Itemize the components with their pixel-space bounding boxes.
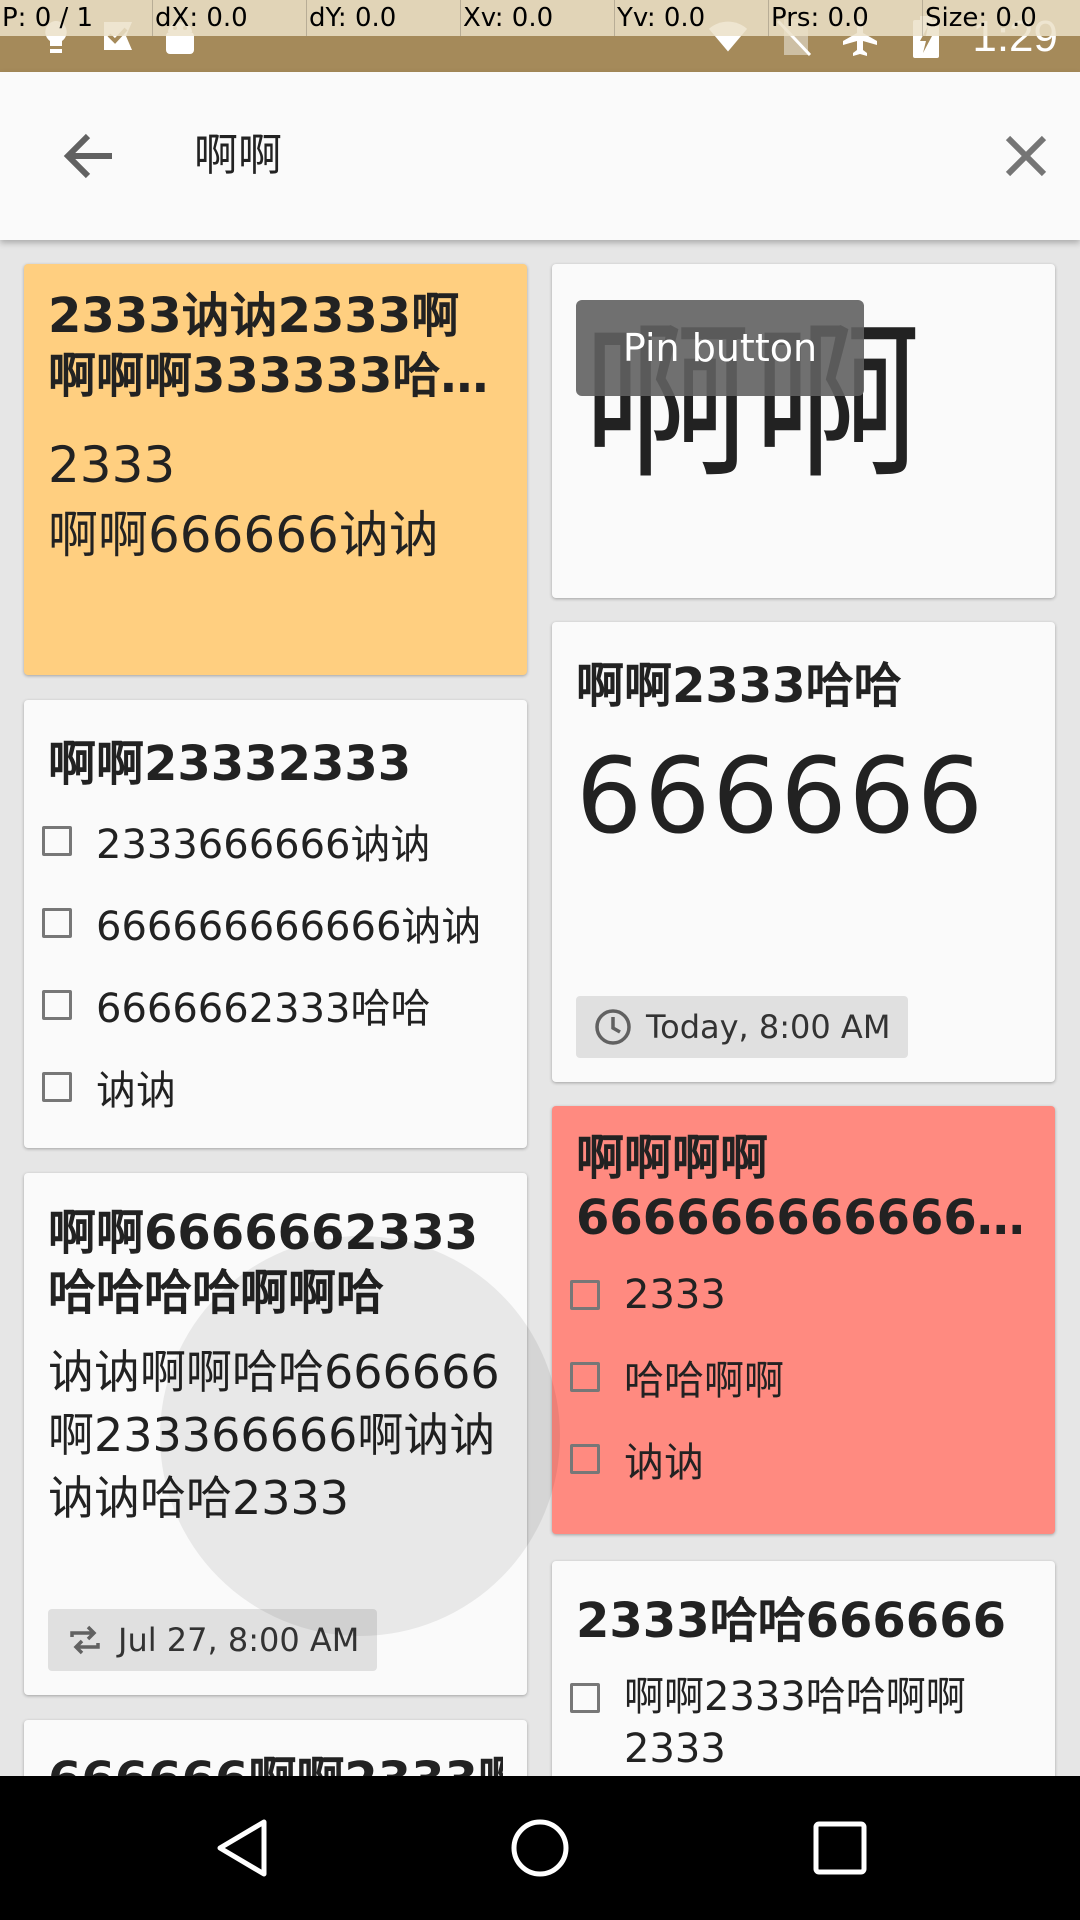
note-title: 2333讷讷2333啊啊啊啊333333哈666666哈哈	[48, 288, 460, 404]
pointer-dy: dY: 0.0	[307, 0, 461, 36]
checklist-item-label: 啊啊2333哈哈啊啊2333	[624, 1674, 966, 1772]
checklist-item-label: 2333	[624, 1272, 726, 1318]
pointer-pressure: Prs: 0.0	[769, 0, 923, 36]
pin-button-tooltip: Pin button	[576, 300, 864, 396]
checkbox[interactable]	[570, 1280, 600, 1310]
recents-square-icon[interactable]	[804, 1812, 876, 1884]
note-body: 2333 啊啊666666讷讷	[48, 430, 503, 570]
note-card[interactable]: 啊啊啊啊666666666666哈哈哈哈 2333 哈哈啊啊 讷讷	[552, 1106, 1055, 1534]
repeat-icon	[66, 1621, 104, 1659]
arrow-back-icon[interactable]	[52, 120, 124, 192]
checkbox[interactable]	[42, 1072, 72, 1102]
note-body: 讷讷啊啊哈哈666666 啊233366666啊讷讷 讷讷哈哈2333	[48, 1341, 503, 1530]
pointer-location-overlay: P: 0 / 1 dX: 0.0 dY: 0.0 Xv: 0.0 Yv: 0.0…	[0, 0, 1080, 36]
reminder-label: Today, 8:00 AM	[646, 1008, 891, 1046]
note-title: 啊啊6666662333哈哈哈哈啊啊哈	[48, 1205, 478, 1321]
note-body-line: 讷讷哈哈2333	[48, 1471, 350, 1525]
note-card[interactable]: 2333讷讷2333啊啊啊啊333333哈666666哈哈 2333 啊啊666…	[24, 264, 527, 675]
reminder-chip[interactable]: Today, 8:00 AM	[576, 996, 909, 1058]
checkbox[interactable]	[42, 990, 72, 1020]
pointer-xv: Xv: 0.0	[461, 0, 615, 36]
note-card[interactable]: 啊啊23332333 2333666666讷讷 666666666666讷讷 6…	[24, 700, 527, 1148]
close-icon[interactable]	[990, 120, 1062, 192]
checkbox[interactable]	[570, 1444, 600, 1474]
reminder-chip[interactable]: Jul 27, 8:00 AM	[48, 1609, 378, 1671]
checklist-item[interactable]: 讷讷	[570, 1418, 1031, 1500]
checklist-item-label: 讷讷	[624, 1440, 704, 1486]
checklist-item-label: 2333666666讷讷	[96, 822, 431, 868]
pointer-dx: dX: 0.0	[153, 0, 307, 36]
note-title: 啊啊2333哈哈	[576, 658, 902, 714]
search-input[interactable]: 啊啊	[194, 120, 282, 192]
note-title: 2333哈哈666666	[576, 1593, 1006, 1649]
reminder-label: Jul 27, 8:00 AM	[118, 1621, 360, 1659]
checklist-item-label: 6666662333哈哈	[96, 986, 431, 1032]
search-bar: 啊啊	[0, 72, 1080, 240]
navigation-bar	[0, 1776, 1080, 1920]
note-card[interactable]: 啊啊2333哈哈 666666 Today, 8:00 AM	[552, 622, 1055, 1082]
note-card[interactable]: 啊啊6666662333哈哈哈哈啊啊哈 讷讷啊啊哈哈666666 啊233366…	[24, 1173, 527, 1695]
back-triangle-icon[interactable]	[206, 1812, 278, 1884]
clock-icon	[594, 1008, 632, 1046]
note-title: 啊啊啊啊666666666666哈哈哈哈	[576, 1130, 1025, 1246]
checklist-item-label: 讷讷	[96, 1068, 176, 1114]
checklist-item[interactable]: 啊啊2333哈哈啊啊2333	[570, 1657, 1031, 1775]
checklist-item[interactable]: 6666662333哈哈	[42, 964, 503, 1046]
checklist-item-label: 666666666666讷讷	[96, 904, 482, 950]
note-body-line: 啊233366666啊讷讷	[48, 1408, 496, 1462]
checklist-item[interactable]: 哈哈啊啊	[570, 1336, 1031, 1418]
checklist-item[interactable]: 2333666666讷讷	[42, 800, 503, 882]
note-body-line: 讷讷啊啊哈哈666666	[48, 1345, 500, 1399]
note-body-line: 啊啊666666讷讷	[48, 506, 439, 564]
checklist-item[interactable]: 666666666666讷讷	[42, 882, 503, 964]
home-circle-icon[interactable]	[504, 1812, 576, 1884]
checkbox[interactable]	[570, 1683, 600, 1713]
note-title: 啊啊23332333	[48, 736, 412, 792]
checklist-item[interactable]: 讷讷	[42, 1046, 503, 1128]
checkbox[interactable]	[42, 826, 72, 856]
checkbox[interactable]	[42, 908, 72, 938]
pointer-count: P: 0 / 1	[0, 0, 153, 36]
pointer-size: Size: 0.0	[925, 3, 1037, 33]
status-bar: 1:29 P: 0 / 1 dX: 0.0 dY: 0.0 Xv: 0.0 Yv…	[0, 0, 1080, 72]
note-body-line: 2333	[48, 436, 176, 494]
checkbox[interactable]	[570, 1362, 600, 1392]
pointer-yv: Yv: 0.0	[615, 0, 769, 36]
note-body: 666666	[576, 735, 986, 857]
checklist-item-label: 哈哈啊啊	[624, 1358, 784, 1404]
checklist-item[interactable]: 2333	[570, 1254, 1031, 1336]
